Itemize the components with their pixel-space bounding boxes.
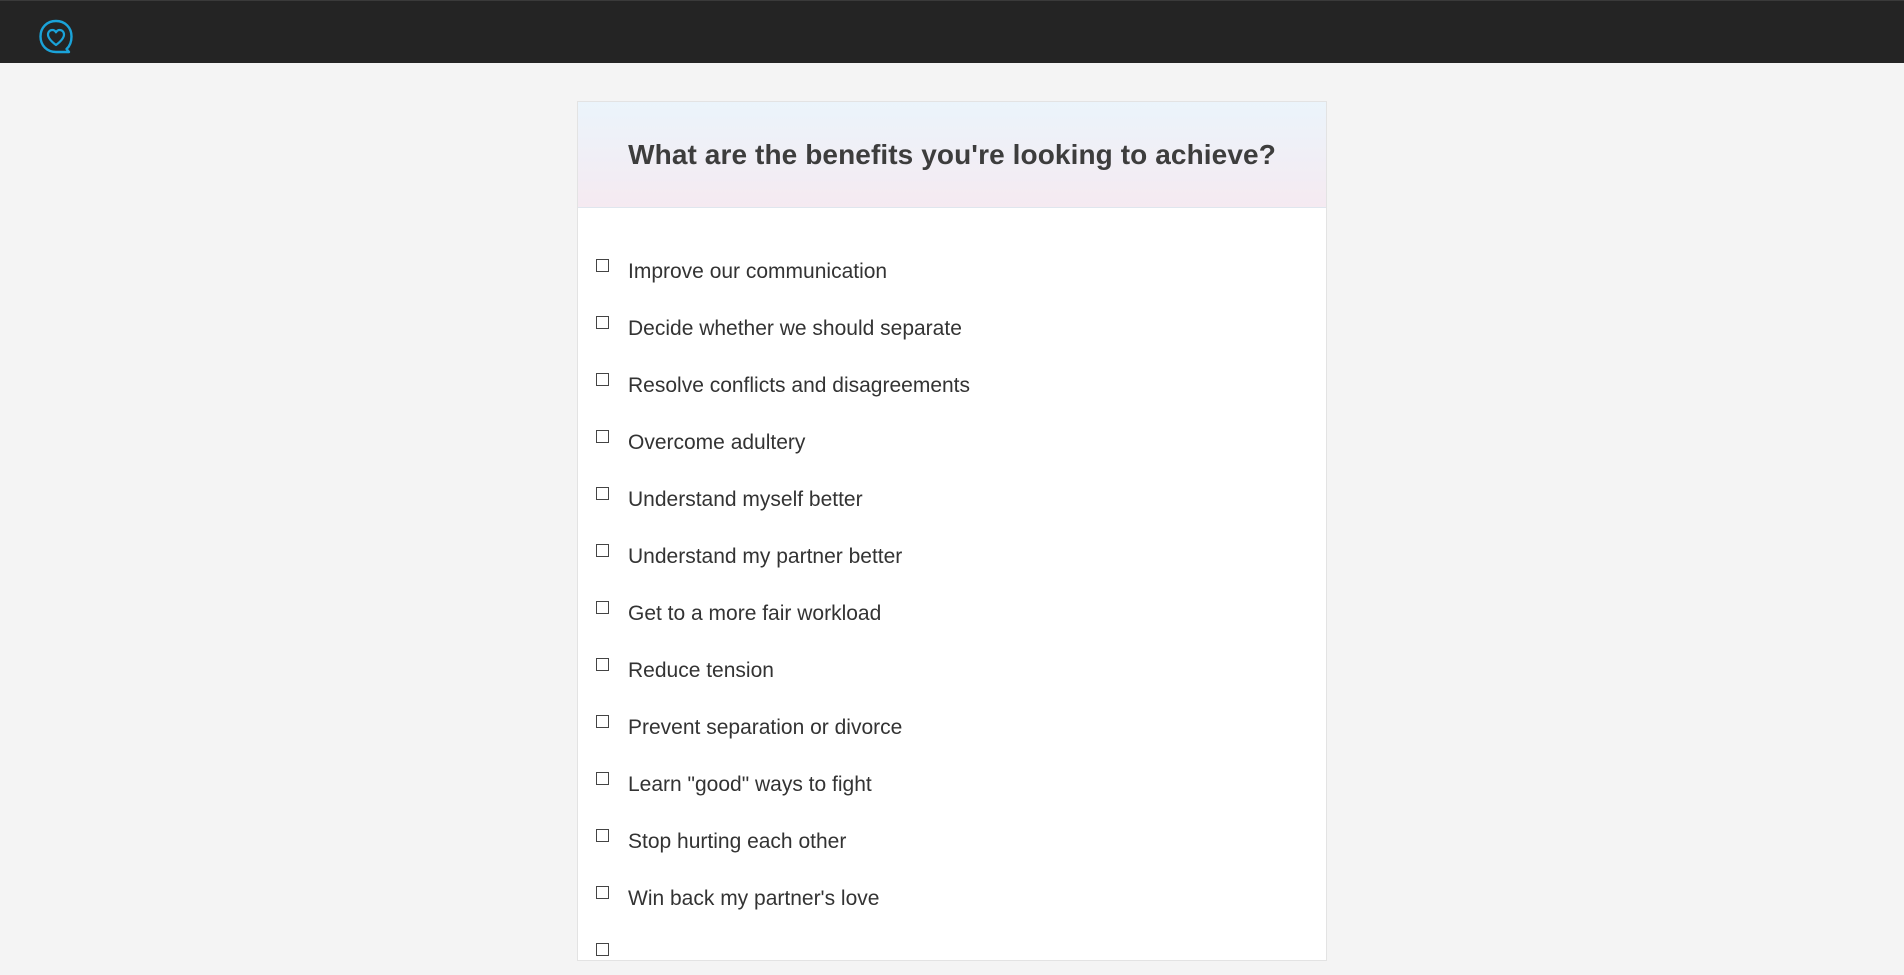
benefit-checkbox[interactable] — [596, 772, 609, 785]
benefit-option-label[interactable]: Learn "good" ways to fight — [628, 772, 872, 798]
benefit-option[interactable]: Reduce tension — [578, 633, 1326, 690]
benefit-option-label[interactable]: Improve our communication — [628, 259, 887, 285]
benefit-option-label[interactable]: Stop hurting each other — [628, 829, 846, 855]
benefit-option[interactable]: Understand myself better — [578, 462, 1326, 519]
benefit-checkbox[interactable] — [596, 829, 609, 842]
benefit-option-label[interactable]: Win back my partner's love — [628, 886, 879, 912]
top-navigation-bar — [0, 0, 1904, 63]
benefit-option[interactable]: Learn "good" ways to fight — [578, 747, 1326, 804]
benefit-checkbox[interactable] — [596, 316, 609, 329]
benefit-checkbox[interactable] — [596, 715, 609, 728]
benefit-option[interactable]: Improve our communication — [578, 234, 1326, 291]
benefit-checkbox[interactable] — [596, 544, 609, 557]
benefit-option-label[interactable]: Overcome adultery — [628, 430, 805, 456]
question-card: What are the benefits you're looking to … — [577, 101, 1327, 961]
benefit-checkbox[interactable] — [596, 943, 609, 956]
benefit-option[interactable]: Win back my partner's love — [578, 861, 1326, 918]
benefit-checkbox[interactable] — [596, 601, 609, 614]
heart-chat-bubble-icon[interactable] — [37, 18, 75, 56]
benefit-option[interactable]: Overcome adultery — [578, 405, 1326, 462]
question-header: What are the benefits you're looking to … — [578, 102, 1326, 208]
benefit-option[interactable]: Decide whether we should separate — [578, 291, 1326, 348]
benefit-option[interactable]: Prevent separation or divorce — [578, 690, 1326, 747]
benefit-option-label[interactable]: Understand myself better — [628, 487, 863, 513]
benefit-checkbox[interactable] — [596, 658, 609, 671]
benefit-checkbox[interactable] — [596, 373, 609, 386]
question-title: What are the benefits you're looking to … — [628, 138, 1276, 170]
benefit-option-label[interactable]: Resolve conflicts and disagreements — [628, 373, 970, 399]
benefit-checkbox[interactable] — [596, 430, 609, 443]
benefit-option-label[interactable]: Reduce tension — [628, 658, 774, 684]
benefit-checkbox[interactable] — [596, 886, 609, 899]
benefit-option-label[interactable]: Get to a more fair workload — [628, 601, 881, 627]
benefit-checkbox[interactable] — [596, 487, 609, 500]
benefit-option[interactable]: Stop hurting each other — [578, 804, 1326, 861]
benefit-option[interactable] — [578, 918, 1326, 975]
benefit-option[interactable]: Understand my partner better — [578, 519, 1326, 576]
benefit-option-label[interactable]: Prevent separation or divorce — [628, 715, 902, 741]
benefit-option-label[interactable]: Decide whether we should separate — [628, 316, 962, 342]
benefit-option[interactable]: Get to a more fair workload — [578, 576, 1326, 633]
benefit-checkbox[interactable] — [596, 259, 609, 272]
benefits-options-list: Improve our communication Decide whether … — [578, 234, 1326, 975]
benefit-option-label[interactable]: Understand my partner better — [628, 544, 902, 570]
benefit-option[interactable]: Resolve conflicts and disagreements — [578, 348, 1326, 405]
